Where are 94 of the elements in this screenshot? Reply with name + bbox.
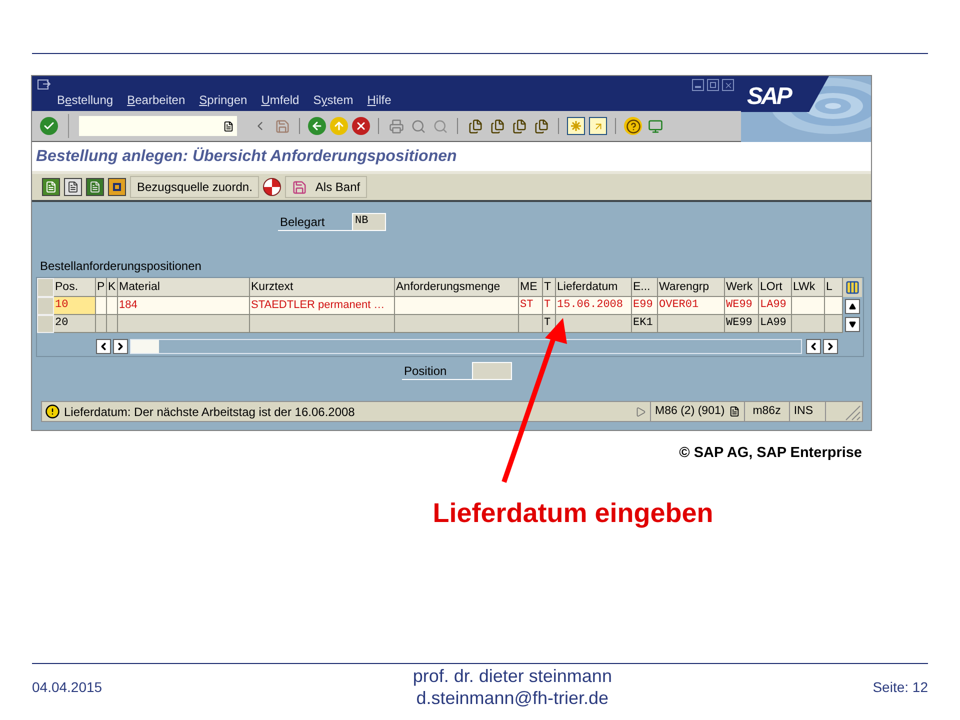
menu-item[interactable]: Umfeld [261, 91, 300, 109]
column-header[interactable]: Warengrp [658, 278, 725, 297]
status-message: Lieferdatum: Der nächste Arbeitstag ist der 16.06.2008 [64, 404, 355, 420]
table-cell: STAEDTLER permanent … [250, 297, 395, 315]
menu-item[interactable]: Bearbeiten [127, 91, 186, 109]
table-cell: LA99 [759, 315, 792, 333]
footer-author: prof. dr. dieter steinmann [412, 665, 612, 687]
footer-date: 04.04.2015 [32, 678, 102, 696]
enter-icon[interactable] [40, 117, 58, 135]
table-cell [96, 315, 107, 333]
shortcut-icon[interactable] [589, 117, 607, 135]
table-cell [658, 315, 725, 333]
command-field[interactable] [79, 116, 237, 136]
table-cell [107, 297, 118, 315]
maximize-icon[interactable] [707, 79, 719, 91]
scroll-right-button[interactable] [113, 338, 128, 354]
column-header[interactable]: Pos. [54, 278, 96, 297]
scroll-left-button[interactable] [96, 338, 111, 354]
page-number: Seite: 12 [872, 678, 928, 696]
save-as-banf-button[interactable]: Als Banf [285, 176, 368, 198]
system-info: M86 (2) (901) [650, 402, 729, 421]
table-cell [792, 315, 825, 333]
copyright-text: © SAP AG, SAP Enterprise [679, 444, 862, 463]
window-menu-icon[interactable] [37, 79, 51, 91]
horizontal-scrollbar[interactable] [130, 338, 802, 354]
table-cell: 10 [54, 297, 96, 315]
table-cell: ST [519, 297, 543, 315]
table-cell: EK1 [632, 315, 658, 333]
column-header[interactable]: L [825, 278, 843, 297]
cancel-icon[interactable] [352, 117, 370, 135]
screen-title: Bestellung anlegen: Übersicht Anforderungspositionen [36, 146, 457, 166]
list-icon[interactable] [42, 178, 60, 196]
table-cell [825, 315, 843, 333]
client-info: m86z [744, 402, 789, 421]
table-cell: E99 [632, 297, 658, 315]
document-icon[interactable] [64, 178, 82, 196]
table-title: Bestellanforderungspositionen [40, 258, 202, 275]
document-icon[interactable] [86, 178, 104, 196]
scroll-down-button[interactable] [843, 315, 862, 333]
belegart-field[interactable]: NB [352, 213, 386, 231]
minimize-icon[interactable] [692, 79, 704, 91]
scroll-up-button[interactable] [843, 297, 862, 315]
table-cell: WE99 [725, 297, 759, 315]
menu-item[interactable]: Springen [199, 91, 248, 109]
save-icon [292, 180, 308, 194]
frame-icon[interactable] [108, 178, 126, 196]
table-cell [825, 297, 843, 315]
new-session-icon[interactable] [567, 117, 585, 135]
column-header[interactable]: Material [118, 278, 250, 297]
logo-text: SAP [747, 82, 790, 112]
menu-item[interactable]: Hilfe [367, 91, 392, 109]
back-icon[interactable] [308, 117, 326, 135]
table-cell: T [543, 315, 556, 333]
insert-mode: INS [788, 402, 826, 421]
warning-icon [45, 404, 60, 419]
table-cell [107, 315, 118, 333]
table-cell [792, 297, 825, 315]
table-cell: T [543, 297, 556, 315]
close-icon[interactable] [722, 79, 734, 91]
position-field[interactable] [472, 362, 512, 380]
table-cell: 15.06.2008 [556, 297, 632, 315]
table-cell [96, 297, 107, 315]
table-cell: 20 [54, 315, 96, 333]
table-cell: WE99 [725, 315, 759, 333]
assign-source-button[interactable]: Bezugsquelle zuordn. [130, 176, 260, 198]
scroll-left-button[interactable] [806, 338, 821, 354]
column-header[interactable]: T [543, 278, 556, 297]
column-header[interactable]: ME [519, 278, 543, 297]
column-header[interactable]: P [96, 278, 107, 297]
footer-email: d.steinmann@fh-trier.de [416, 687, 609, 709]
list-icon[interactable] [728, 406, 740, 417]
column-header[interactable]: Lieferdatum [556, 278, 632, 297]
column-header[interactable]: LOrt [759, 278, 792, 297]
annotation-text: Lieferdatum eingeben [432, 496, 714, 530]
target-icon[interactable] [263, 178, 282, 196]
expand-icon[interactable] [636, 406, 646, 416]
column-header[interactable]: Anforderungsmenge [395, 278, 519, 297]
table-cell: OVER01 [658, 297, 725, 315]
history-icon[interactable] [223, 120, 234, 132]
table-cell: LA99 [759, 297, 792, 315]
table-cell: 184 [118, 297, 250, 315]
column-settings-icon[interactable] [843, 278, 862, 297]
scroll-right-button[interactable] [823, 338, 838, 354]
column-header[interactable]: K [107, 278, 118, 297]
menu-item[interactable]: Bestellung [57, 91, 114, 109]
column-header[interactable]: E... [632, 278, 658, 297]
down-arrow-icon [849, 320, 856, 328]
up-arrow-icon [849, 302, 856, 310]
menu-item[interactable]: System [313, 91, 354, 109]
column-header[interactable]: LWk [792, 278, 825, 297]
help-icon[interactable] [624, 117, 642, 135]
column-header[interactable]: Werk [725, 278, 759, 297]
column-header[interactable]: Kurztext [250, 278, 395, 297]
table-cell [519, 315, 543, 333]
